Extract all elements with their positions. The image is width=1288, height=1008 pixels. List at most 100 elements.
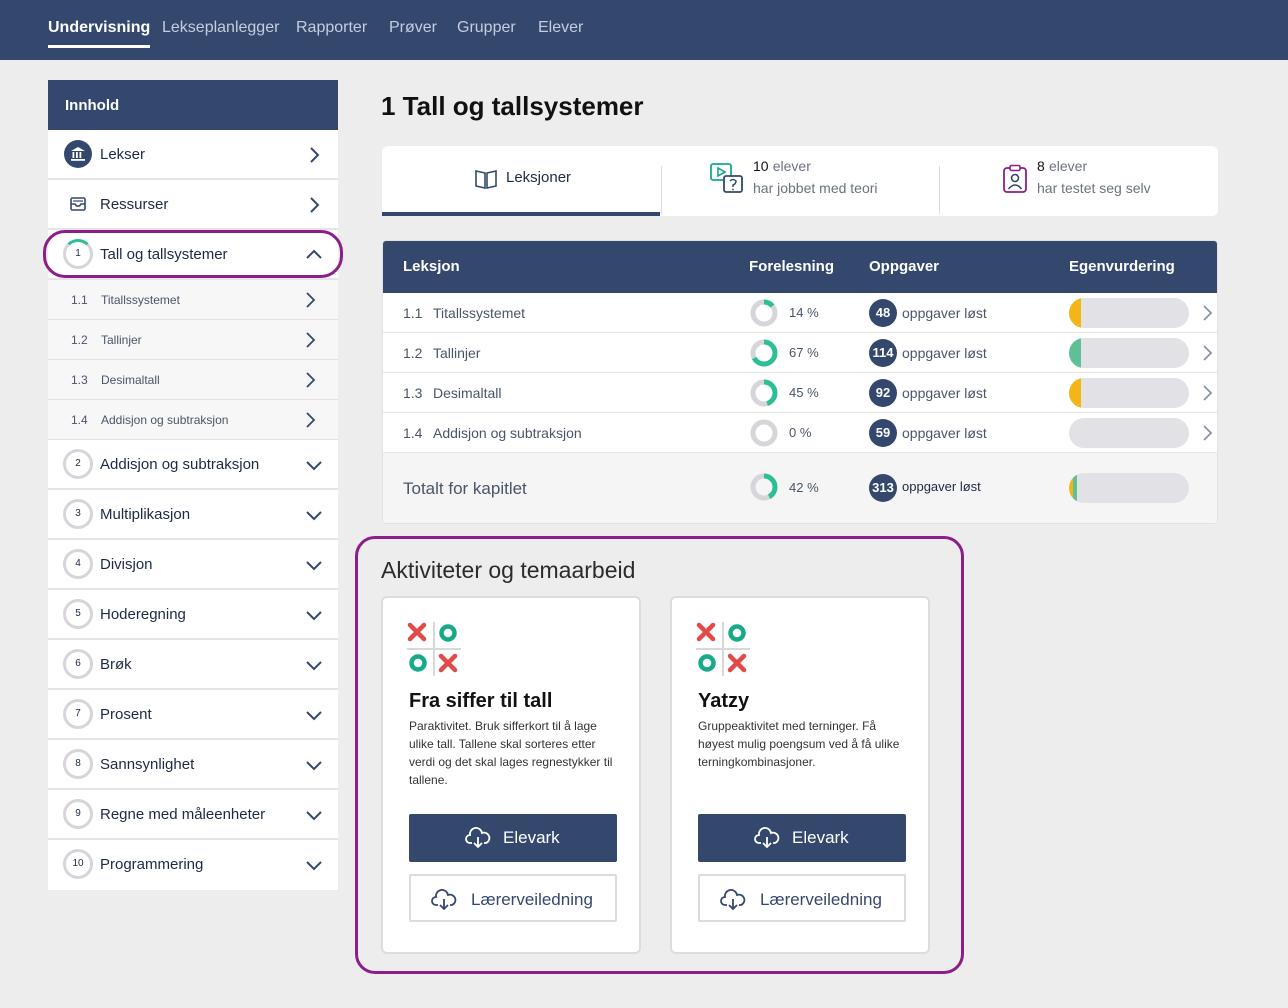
chevron-right-icon <box>306 292 316 308</box>
activities-title: Aktiviteter og temaarbeid <box>381 557 636 583</box>
subitem-number: 1.4 <box>71 413 88 427</box>
sidebar-subitem-1-3[interactable]: 1.3 Desimaltall <box>48 360 338 400</box>
chevron-down-icon <box>306 461 322 471</box>
sidebar-subitem-1-4[interactable]: 1.4 Addisjon og subtraksjon <box>48 400 338 440</box>
self-assessment-bar <box>1069 473 1189 503</box>
lecture-progress-donut <box>750 419 778 447</box>
lesson-name: Titallssystemet <box>433 305 526 321</box>
chapter-progress-ring: 9 <box>63 799 93 829</box>
sidebar-chapter-4[interactable]: 4 Divisjon <box>48 540 338 590</box>
sidebar-header: Innhold <box>48 80 338 130</box>
nav-grupper[interactable]: Grupper <box>457 19 516 37</box>
theory-unit: elever <box>772 158 811 174</box>
subitem-label: Titallssystemet <box>101 293 180 307</box>
table-row[interactable]: 1.2 Tallinjer 67 % 114 oppgaver løst <box>383 333 1217 373</box>
table-row[interactable]: 1.4 Addisjon og subtraksjon 0 % 59 oppgaver … <box>383 413 1217 453</box>
sidebar-item-label: Addisjon og subtraksjon <box>100 456 260 473</box>
self-assessment-bar <box>1069 338 1189 368</box>
tasks-solved-label: oppgaver løst <box>902 479 981 494</box>
lecture-percent: 0 % <box>789 425 812 440</box>
chevron-down-icon <box>306 861 322 871</box>
sidebar-chapter-10[interactable]: 10 Programmering <box>48 840 338 890</box>
sidebar-chapter-1[interactable]: 1 Tall og tallsystemer <box>48 230 338 280</box>
sidebar-item-label: Multiplikasjon <box>100 506 191 523</box>
chevron-right-icon <box>306 332 316 348</box>
nav-elever[interactable]: Elever <box>538 19 583 37</box>
tasks-solved-label: oppgaver løst <box>902 425 987 441</box>
theory-count: 10 <box>753 158 769 174</box>
cloud-download-icon <box>431 889 457 911</box>
sidebar-chapter-9[interactable]: 9 Regne med måleenheter <box>48 790 338 840</box>
sidebar-chapter-6[interactable]: 6 Brøk <box>48 640 338 690</box>
activity-card: Fra siffer til tall Paraktivitet. Bruk s… <box>381 596 641 954</box>
lesson-number: 1.1 <box>403 305 423 321</box>
elevark-download-button[interactable]: Elevark <box>409 814 617 862</box>
inbox-icon <box>70 197 86 211</box>
chapter-progress-ring: 5 <box>63 599 93 629</box>
laererveiledning-download-button[interactable]: Lærerveiledning <box>698 874 906 922</box>
chevron-right-icon <box>310 147 320 163</box>
elevark-download-button[interactable]: Elevark <box>698 814 906 862</box>
lesson-stats-tabs: Leksjoner 10 elever har jobbet med teori… <box>382 146 1218 216</box>
laererveiledning-download-button[interactable]: Lærerveiledning <box>409 874 617 922</box>
tasks-count-badge: 59 <box>869 419 897 447</box>
table-header: Leksjon Forelesning Oppgaver Egenvurderi… <box>383 241 1217 293</box>
tab-leksjoner[interactable]: Leksjoner <box>382 146 660 216</box>
table-row[interactable]: 1.1 Titallssystemet 14 % 48 oppgaver løst <box>383 293 1217 333</box>
lesson-number: 1.3 <box>403 385 423 401</box>
test-count: 8 <box>1037 158 1045 174</box>
nav-prover[interactable]: Prøver <box>389 19 437 37</box>
column-header-oppgaver: Oppgaver <box>869 258 940 275</box>
chevron-down-icon <box>306 811 322 821</box>
sidebar-item-lekser[interactable]: Lekser <box>48 130 338 180</box>
chapter-progress-ring: 1 <box>63 239 93 269</box>
chevron-up-icon <box>306 249 322 259</box>
self-assessment-fill <box>1069 338 1081 368</box>
chevron-right-icon[interactable] <box>1197 423 1217 443</box>
chevron-down-icon <box>306 661 322 671</box>
chevron-right-icon[interactable] <box>1197 303 1217 323</box>
tab-test-stats[interactable]: 8 elever har testet seg selv <box>940 146 1218 216</box>
nav-rapporter[interactable]: Rapporter <box>296 19 367 37</box>
lecture-percent: 67 % <box>789 345 819 360</box>
activity-title: Fra siffer til tall <box>409 690 553 712</box>
chevron-right-icon[interactable] <box>1197 383 1217 403</box>
self-assessment-bar <box>1069 418 1189 448</box>
test-subtitle: har testet seg selv <box>1037 180 1151 196</box>
sidebar-item-ressurser[interactable]: Ressurser <box>48 180 338 230</box>
lecture-progress-donut <box>750 473 778 501</box>
sidebar-chapter-2[interactable]: 2 Addisjon og subtraksjon <box>48 440 338 490</box>
subitem-label: Tallinjer <box>101 333 142 347</box>
chevron-right-icon <box>306 372 316 388</box>
lecture-percent: 14 % <box>789 305 819 320</box>
sidebar-chapter-3[interactable]: 3 Multiplikasjon <box>48 490 338 540</box>
cloud-download-icon <box>754 827 780 849</box>
chapter-progress-ring: 6 <box>63 649 93 679</box>
sidebar-chapter-7[interactable]: 7 Prosent <box>48 690 338 740</box>
sidebar-subitem-1-1[interactable]: 1.1 Titallssystemet <box>48 280 338 320</box>
table-row[interactable]: 1.3 Desimaltall 45 % 92 oppgaver løst <box>383 373 1217 413</box>
nav-undervisning[interactable]: Undervisning <box>48 19 151 48</box>
test-unit: elever <box>1048 158 1088 174</box>
chevron-down-icon <box>306 711 322 721</box>
chapter-progress-ring: 3 <box>63 499 93 529</box>
sidebar-chapter-8[interactable]: 8 Sannsynlighet <box>48 740 338 790</box>
lecture-progress-donut <box>750 379 778 407</box>
self-assessment-fill <box>1069 378 1081 408</box>
sidebar-chapter-5[interactable]: 5 Hoderegning <box>48 590 338 640</box>
sidebar-subitem-1-2[interactable]: 1.2 Tallinjer <box>48 320 338 360</box>
tab-theory-stats[interactable]: 10 elever har jobbet med teori <box>661 146 939 216</box>
chevron-right-icon[interactable] <box>1197 343 1217 363</box>
cloud-download-icon <box>720 889 746 911</box>
chapter-progress-ring: 2 <box>63 449 93 479</box>
chevron-down-icon <box>306 611 322 621</box>
tasks-count-badge: 313 <box>869 474 897 502</box>
activity-card: Yatzy Gruppeaktivitet med terninger. Få … <box>670 596 930 954</box>
page-title: 1 Tall og tallsystemer <box>381 91 644 121</box>
lecture-percent: 42 % <box>789 480 819 495</box>
self-assessment-bar <box>1069 378 1189 408</box>
self-assessment-fill-green <box>1073 473 1077 503</box>
nav-lekseplanlegger[interactable]: Lekseplanlegger <box>162 19 279 37</box>
button-label: Elevark <box>792 828 849 847</box>
table-total-row: Totalt for kapitlet 42 % 313 oppgaver lø… <box>383 453 1217 523</box>
